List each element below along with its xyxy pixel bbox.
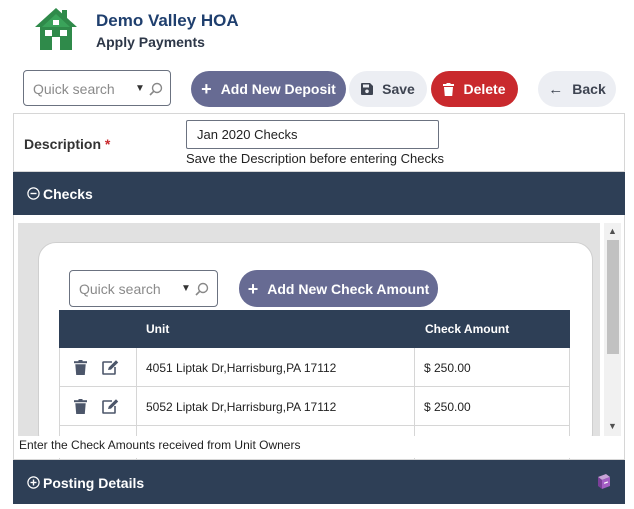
house-icon [35, 8, 77, 50]
description-label: Description * [24, 136, 111, 152]
checks-card: Quick search ▼ + Add New Check Amount Un… [38, 242, 593, 459]
row-check-amount: $ 250.00 [424, 400, 471, 414]
column-header-unit[interactable]: Unit [146, 322, 169, 336]
app-header: Demo Valley HOA Apply Payments [0, 0, 634, 62]
edit-icon[interactable] [102, 399, 119, 414]
add-new-check-amount-button[interactable]: + Add New Check Amount [239, 270, 438, 307]
add-new-deposit-button[interactable]: + Add New Deposit [191, 71, 346, 107]
row-unit: 4051 Liptak Dr,Harrisburg,PA 17112 [146, 361, 337, 375]
add-new-check-amount-label: Add New Check Amount [267, 280, 430, 297]
save-icon [361, 83, 374, 95]
page-title: Apply Payments [96, 34, 205, 50]
cell-divider [136, 348, 137, 387]
checks-table-header: Unit Check Amount [59, 310, 570, 348]
scroll-up-icon[interactable]: ▲ [608, 226, 617, 236]
required-marker: * [104, 136, 111, 152]
row-check-amount: $ 250.00 [424, 361, 471, 375]
row-unit: 5052 Liptak Dr,Harrisburg,PA 17112 [146, 400, 337, 414]
scrollbar-thumb[interactable] [607, 240, 619, 354]
back-label: Back [572, 81, 606, 97]
arrow-left-icon: ← [548, 80, 564, 98]
checks-section-title: Checks [43, 186, 93, 202]
add-new-deposit-label: Add New Deposit [220, 81, 336, 97]
delete-label: Delete [463, 81, 506, 97]
back-button[interactable]: ← Back [538, 71, 616, 107]
checks-footer-note: Enter the Check Amounts received from Un… [19, 436, 619, 458]
edit-icon[interactable] [102, 360, 119, 375]
chevron-down-icon[interactable]: ▼ [181, 283, 191, 294]
checks-section-body: Quick search ▼ + Add New Check Amount Un… [13, 215, 625, 460]
trash-icon[interactable] [74, 399, 87, 414]
checks-quick-search-placeholder: Quick search [79, 281, 161, 297]
save-button[interactable]: Save [349, 71, 427, 107]
save-label: Save [382, 81, 415, 97]
collapse-icon[interactable] [27, 187, 40, 200]
quick-search-placeholder: Quick search [33, 81, 115, 97]
cell-divider [414, 387, 415, 426]
table-row[interactable]: 4051 Liptak Dr,Harrisburg,PA 17112 $ 250… [59, 348, 570, 387]
quick-search-dropdown[interactable]: Quick search ▼ [23, 70, 171, 106]
trash-icon [443, 82, 455, 96]
column-header-check-amount[interactable]: Check Amount [425, 322, 509, 336]
app-title: Demo Valley HOA [96, 11, 239, 30]
plus-icon: + [201, 79, 212, 99]
posting-details-title: Posting Details [43, 475, 145, 491]
search-icon[interactable] [195, 282, 209, 296]
expand-icon[interactable] [27, 476, 40, 489]
checks-quick-search[interactable]: Quick search ▼ [69, 270, 218, 307]
clipped-footer-text [13, 504, 213, 509]
description-hint: Save the Description before entering Che… [186, 151, 444, 166]
description-input[interactable]: Jan 2020 Checks [186, 120, 439, 149]
cell-divider [136, 387, 137, 426]
search-icon[interactable] [149, 82, 163, 96]
plus-icon: + [247, 278, 259, 299]
cell-divider [414, 348, 415, 387]
vertical-scrollbar[interactable]: ▲ ▼ [604, 223, 621, 436]
checks-scroll-area[interactable]: Quick search ▼ + Add New Check Amount Un… [18, 223, 600, 459]
checks-section-header[interactable]: Checks [13, 172, 625, 215]
scroll-down-icon[interactable]: ▼ [608, 421, 617, 431]
description-panel: Description * Jan 2020 Checks Save the D… [13, 113, 625, 172]
posting-details-section-header[interactable]: Posting Details [13, 460, 625, 504]
book-icon[interactable] [596, 474, 612, 490]
table-row[interactable]: 5052 Liptak Dr,Harrisburg,PA 17112 $ 250… [59, 387, 570, 426]
chevron-down-icon[interactable]: ▼ [135, 83, 145, 94]
trash-icon[interactable] [74, 360, 87, 375]
delete-button[interactable]: Delete [431, 71, 518, 107]
